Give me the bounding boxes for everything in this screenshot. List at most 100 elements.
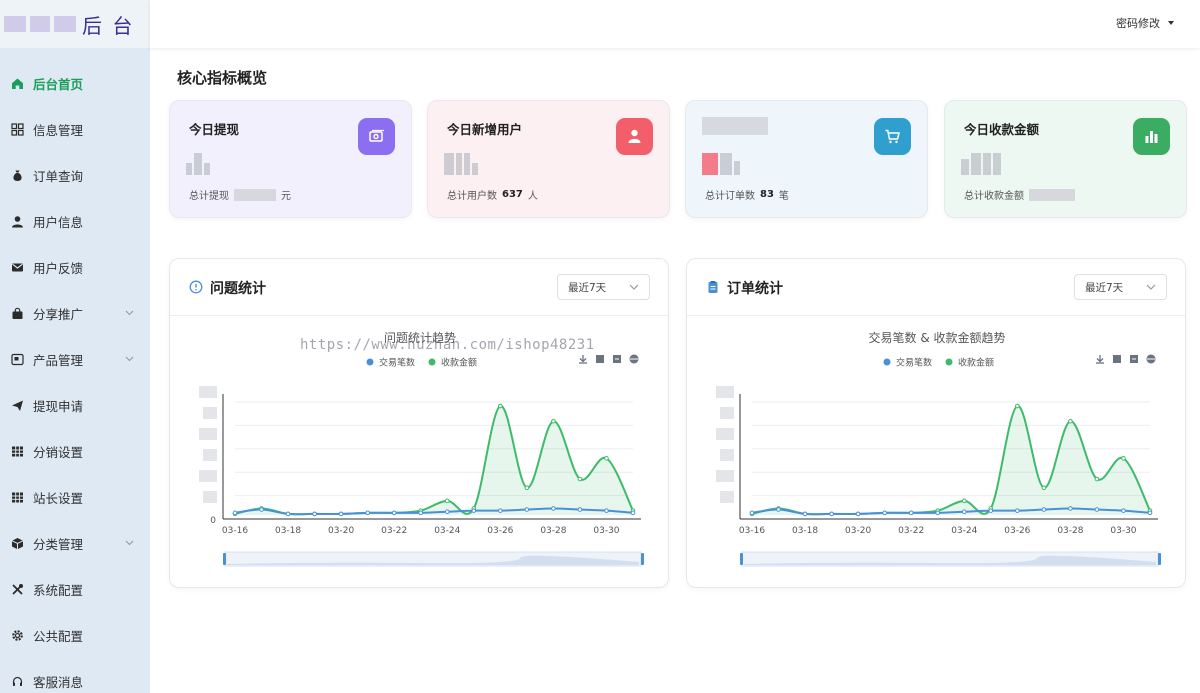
sidebar-item-10[interactable]: 分类管理 [0, 520, 150, 566]
sidebar-item-13[interactable]: 客服消息 [0, 658, 150, 693]
download-icon[interactable] [579, 355, 587, 364]
data-point[interactable] [365, 510, 370, 516]
data-point[interactable] [471, 508, 477, 513]
sidebar-item-6[interactable]: 产品管理 [0, 336, 150, 382]
data-point[interactable] [577, 476, 583, 482]
caret-down-icon [1168, 21, 1174, 25]
y-tick-label-redacted [720, 491, 734, 503]
data-point[interactable] [498, 508, 503, 513]
data-point[interactable] [524, 507, 530, 512]
data-point[interactable] [1041, 507, 1047, 512]
data-point[interactable] [1094, 476, 1100, 482]
data-point[interactable] [749, 510, 755, 516]
panel-header: 订单统计 最近7天 [687, 259, 1185, 316]
data-point[interactable] [604, 456, 609, 461]
data-point[interactable] [604, 508, 609, 513]
legend-marker [428, 358, 436, 366]
data-point[interactable] [498, 403, 503, 409]
data-point[interactable] [1015, 403, 1020, 409]
logo-text: 后 台 [82, 13, 135, 38]
main-content: 核心指标概览 今日提现 总计提现 元 今日新增用户 总计用户数 637 人 总计订单数 83 笔 今… [150, 48, 1200, 693]
user-icon [10, 214, 24, 228]
metric-sub-unit: 元 [281, 191, 291, 202]
data-point[interactable] [776, 507, 781, 512]
legend-item[interactable]: 交易笔数 [883, 357, 933, 369]
slider-handle-right[interactable] [1158, 553, 1161, 565]
y-tick-label-redacted [716, 386, 734, 398]
legend-item[interactable]: 收款金额 [428, 357, 478, 369]
download-icon[interactable] [1096, 355, 1104, 364]
data-point[interactable] [1094, 507, 1100, 512]
legend-item[interactable]: 交易笔数 [366, 357, 416, 369]
legend-item[interactable]: 收款金额 [945, 357, 995, 369]
slider-handle-left[interactable] [223, 553, 226, 565]
sidebar-item-3[interactable]: 用户信息 [0, 198, 150, 244]
date-range-select[interactable]: 最近7天 [1074, 274, 1167, 300]
data-point[interactable] [1015, 508, 1020, 513]
restore-icon[interactable] [1130, 355, 1138, 363]
data-point[interactable] [1068, 506, 1073, 511]
sidebar-item-5[interactable]: 分享推广 [0, 290, 150, 336]
data-point[interactable] [1068, 418, 1073, 424]
data-point[interactable] [988, 508, 994, 513]
metric-sub-unit: 人 [527, 191, 538, 202]
data-point[interactable] [444, 509, 450, 515]
data-point[interactable] [882, 510, 887, 516]
data-point[interactable] [551, 418, 556, 424]
sidebar-item-9[interactable]: 站长设置 [0, 474, 150, 520]
data-point[interactable] [232, 510, 238, 516]
sidebar-item-1[interactable]: 信息管理 [0, 106, 150, 152]
data-view-icon[interactable] [596, 355, 604, 363]
data-point[interactable] [961, 498, 967, 504]
data-point[interactable] [829, 511, 834, 517]
metric-card-0: 今日提现 总计提现 元 [169, 100, 412, 218]
data-point[interactable] [935, 510, 941, 516]
magic-icon[interactable] [629, 354, 639, 364]
chart-order-trend: 交易笔数 & 收款金额趋势交易笔数 收款金额 03-16 03-18 03-20 03-2… [716, 330, 1161, 567]
data-point[interactable] [630, 510, 636, 516]
legend-label: 收款金额 [441, 357, 477, 369]
slider-handle-left[interactable] [740, 553, 743, 565]
data-point[interactable] [551, 506, 556, 511]
x-tick-label: 03-20 [328, 526, 354, 536]
sidebar-item-4[interactable]: 用户反馈 [0, 244, 150, 290]
data-point[interactable] [961, 509, 967, 515]
panel-issue-stats: 问题统计 最近7天 问题统计趋势 交易笔数 收款金额 0 03-16 03-18 03-20… [169, 258, 669, 588]
sidebar-item-0[interactable]: 后台首页 [0, 60, 150, 106]
sidebar-item-label: 公共配置 [33, 628, 84, 644]
data-point[interactable] [418, 510, 424, 516]
zoom-slider[interactable] [740, 551, 1161, 567]
date-range-select[interactable]: 最近7天 [557, 274, 650, 300]
data-point[interactable] [444, 498, 450, 504]
sidebar-item-12[interactable]: 公共配置 [0, 612, 150, 658]
chart-issue-trend: 问题统计趋势交易笔数 收款金额 0 03-16 03-18 03-20 03-22 03-24… [199, 331, 644, 567]
data-point[interactable] [908, 510, 914, 516]
magic-icon[interactable] [1146, 354, 1156, 364]
data-point[interactable] [802, 511, 808, 517]
sidebar-item-2[interactable]: 订单查询 [0, 152, 150, 198]
zoom-slider[interactable] [223, 551, 644, 567]
data-point[interactable] [1121, 456, 1126, 461]
info-circle-icon [189, 280, 203, 294]
password-change-menu[interactable]: 密码修改 [1116, 15, 1174, 31]
restore-icon[interactable] [613, 355, 621, 363]
metric-card-title: 今日收款金额 [964, 122, 1040, 137]
data-point[interactable] [312, 511, 317, 517]
data-point[interactable] [855, 511, 861, 517]
data-point[interactable] [1121, 508, 1126, 513]
x-tick-label: 03-16 [222, 526, 248, 536]
sidebar-item-11[interactable]: 系统配置 [0, 566, 150, 612]
data-point[interactable] [259, 507, 264, 512]
slider-handle-right[interactable] [641, 553, 644, 565]
data-point[interactable] [285, 511, 291, 517]
data-point[interactable] [391, 510, 397, 516]
data-point[interactable] [1041, 485, 1047, 491]
data-point[interactable] [1147, 510, 1153, 516]
sidebar-item-label: 分类管理 [33, 536, 84, 552]
sidebar-item-7[interactable]: 提现申请 [0, 382, 150, 428]
data-point[interactable] [338, 511, 344, 517]
data-point[interactable] [524, 485, 530, 491]
sidebar-item-8[interactable]: 分销设置 [0, 428, 150, 474]
data-view-icon[interactable] [1113, 355, 1121, 363]
data-point[interactable] [577, 507, 583, 512]
